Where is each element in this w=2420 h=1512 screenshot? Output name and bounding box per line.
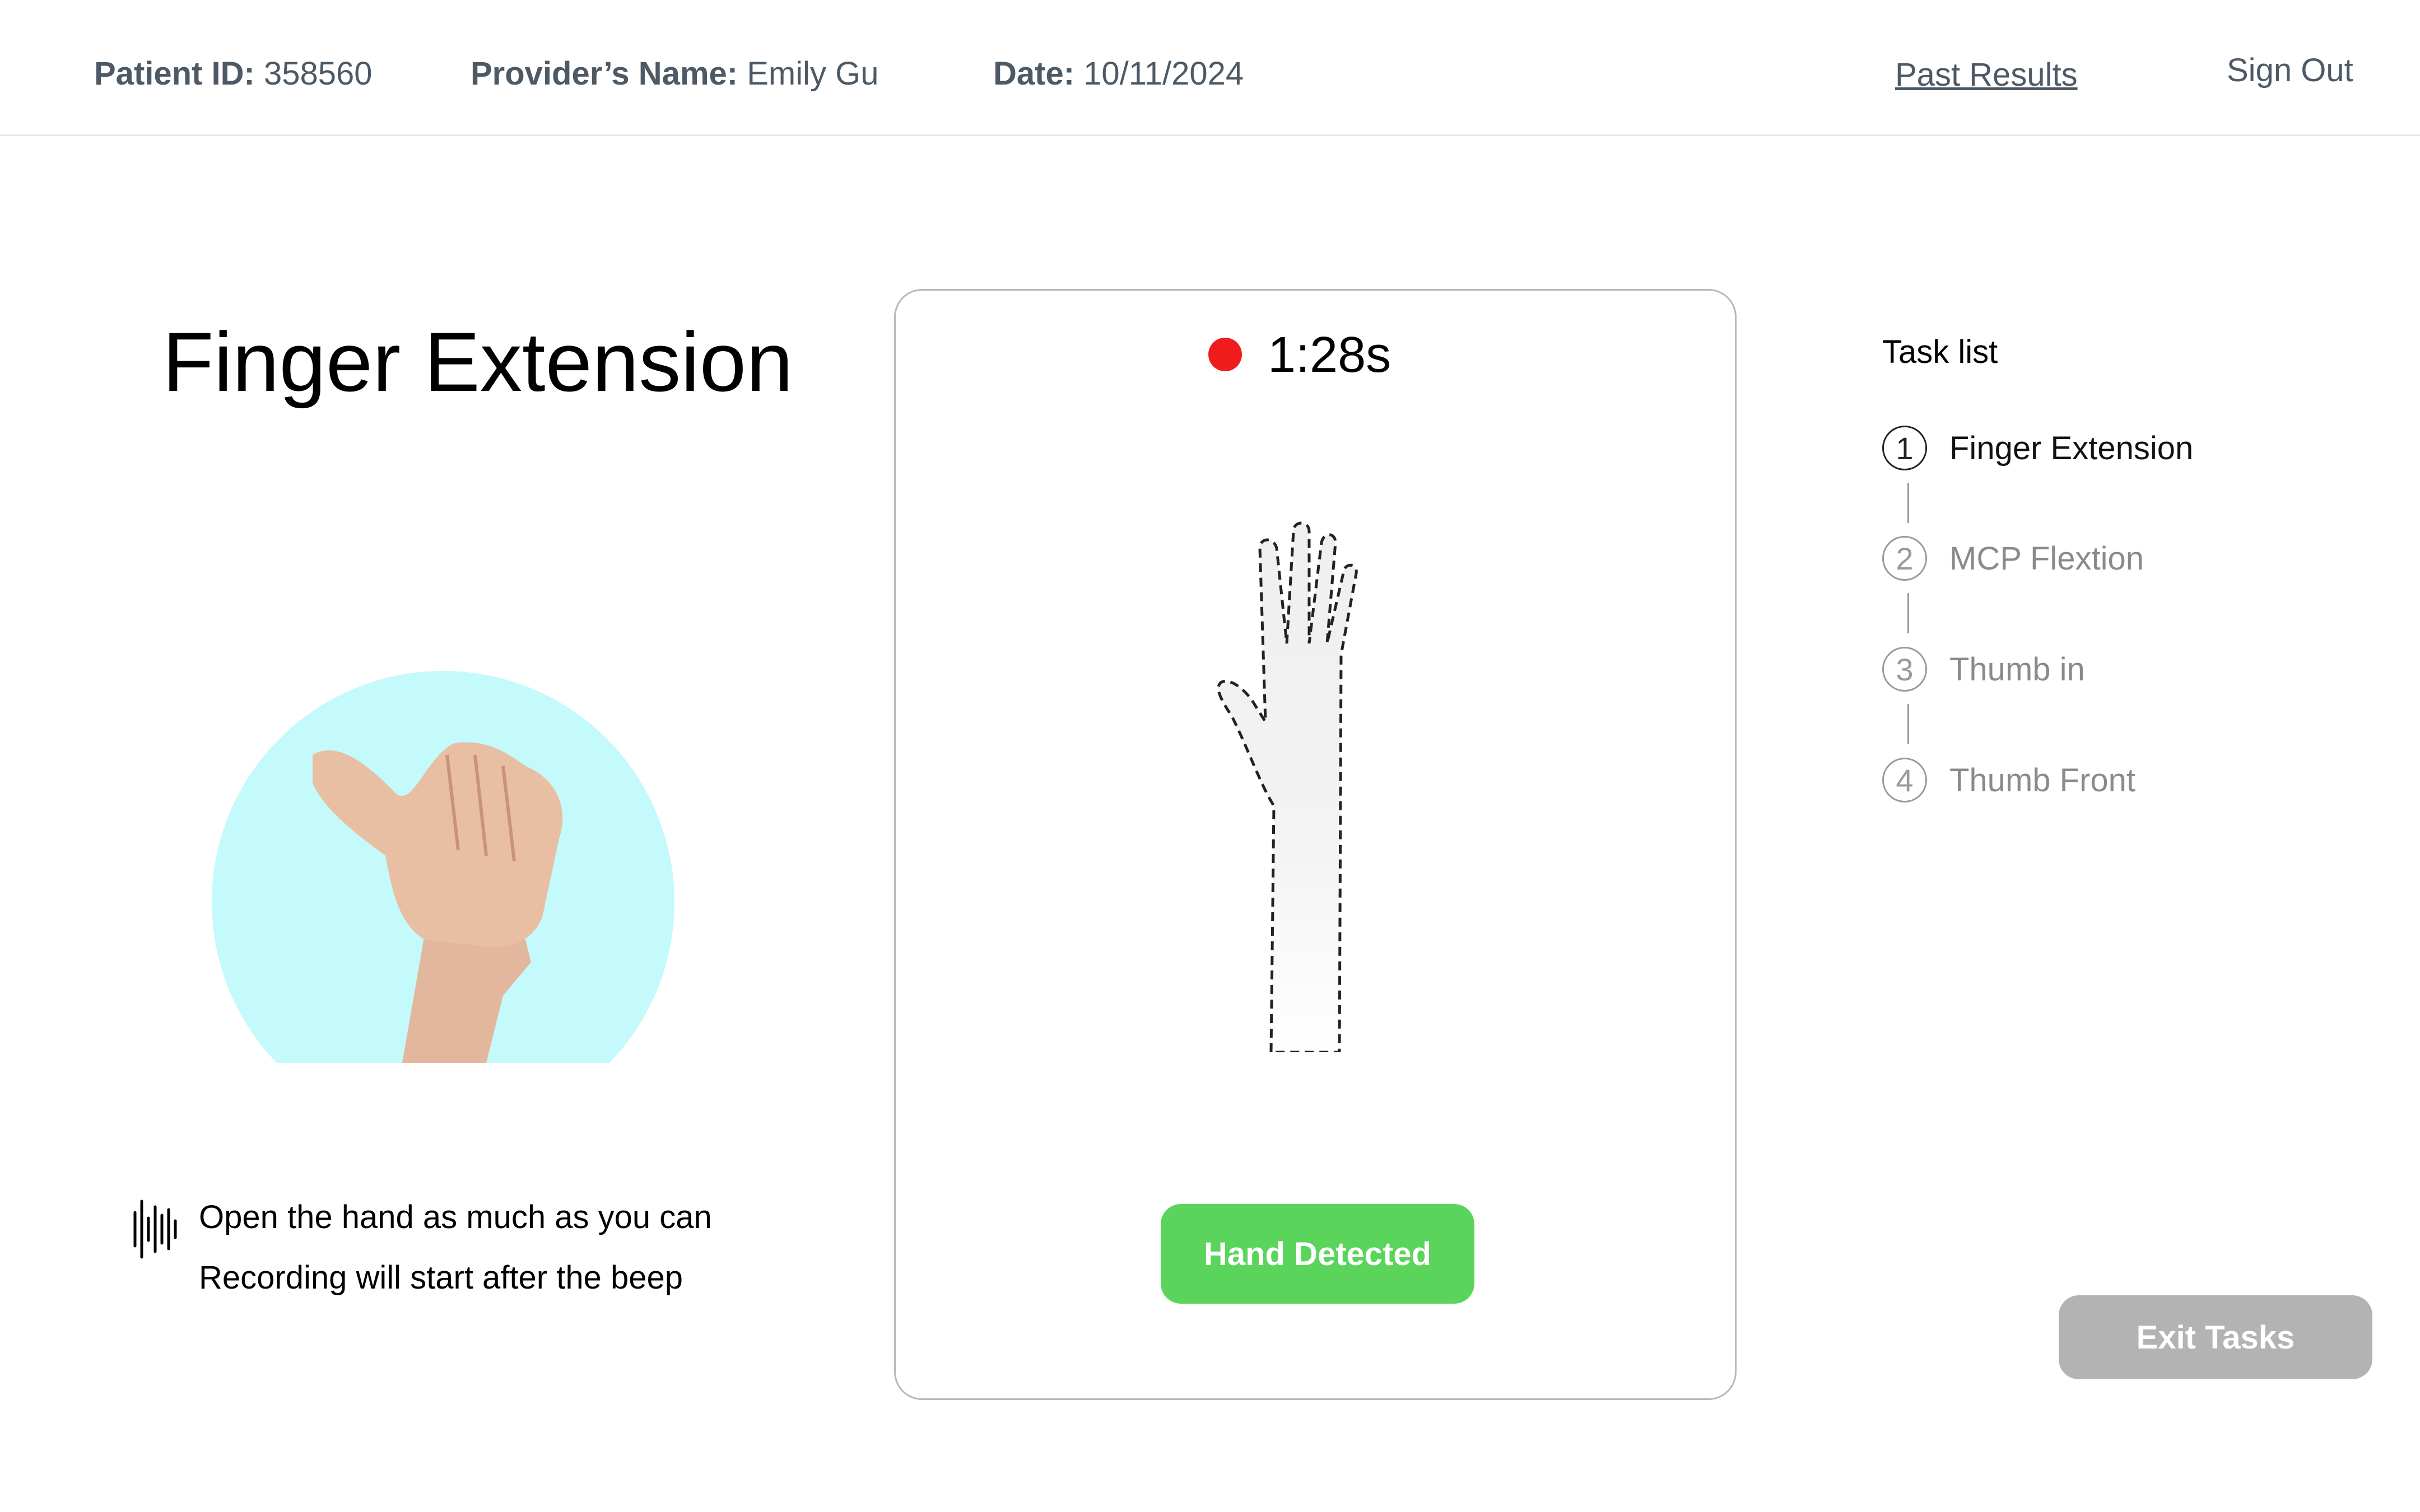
provider-name-label: Provider’s Name: <box>471 55 738 92</box>
task-list-heading: Task list <box>1882 334 1998 370</box>
patient-id-value: 358560 <box>263 55 373 92</box>
camera-view-panel: 1:28s Hand Detected <box>894 289 1737 1400</box>
task-step-thumb-in[interactable]: 3 Thumb in <box>1882 644 2085 694</box>
task-step-thumb-front[interactable]: 4 Thumb Front <box>1882 755 2135 805</box>
instruction-line-2: Recording will start after the beep <box>199 1259 683 1296</box>
thumbs-up-hand-image <box>212 671 674 1063</box>
step-number-3: 3 <box>1882 647 1927 692</box>
step-connector <box>1907 483 1909 523</box>
past-results-link[interactable]: Past Results <box>1895 56 2078 94</box>
sign-out-button[interactable]: Sign Out <box>2227 52 2353 89</box>
recording-indicator-icon <box>1208 338 1242 371</box>
step-number-4: 4 <box>1882 758 1927 802</box>
step-connector <box>1907 704 1909 744</box>
step-number-1: 1 <box>1882 426 1927 470</box>
top-header: Patient ID: 358560 Provider’s Name: Emil… <box>0 0 2420 136</box>
date-value: 10/11/2024 <box>1083 55 1244 92</box>
step-label-3: Thumb in <box>1949 651 2085 688</box>
session-date: Date: 10/11/2024 <box>993 55 1244 92</box>
date-label: Date: <box>993 55 1075 92</box>
task-step-mcp-flexion[interactable]: 2 MCP Flextion <box>1882 533 2144 584</box>
recording-timer: 1:28s <box>1268 327 1392 383</box>
hand-detected-status-button[interactable]: Hand Detected <box>1161 1204 1474 1304</box>
step-label-4: Thumb Front <box>1949 762 2135 799</box>
step-connector <box>1907 593 1909 633</box>
step-label-1: Finger Extension <box>1949 430 2194 466</box>
patient-id: Patient ID: 358560 <box>94 55 372 92</box>
provider-name-value: Emily Gu <box>747 55 879 92</box>
step-number-2: 2 <box>1882 536 1927 581</box>
sound-wave-icon <box>133 1200 177 1259</box>
step-label-2: MCP Flextion <box>1949 540 2144 577</box>
hand-placement-outline-icon <box>1217 521 1358 1052</box>
page-title: Finger Extension <box>162 315 793 409</box>
instruction-line-1: Open the hand as much as you can <box>199 1199 712 1235</box>
task-step-finger-extension[interactable]: 1 Finger Extension <box>1882 423 2193 473</box>
exit-tasks-button[interactable]: Exit Tasks <box>2059 1295 2372 1379</box>
patient-id-label: Patient ID: <box>94 55 255 92</box>
provider-name: Provider’s Name: Emily Gu <box>471 55 878 92</box>
